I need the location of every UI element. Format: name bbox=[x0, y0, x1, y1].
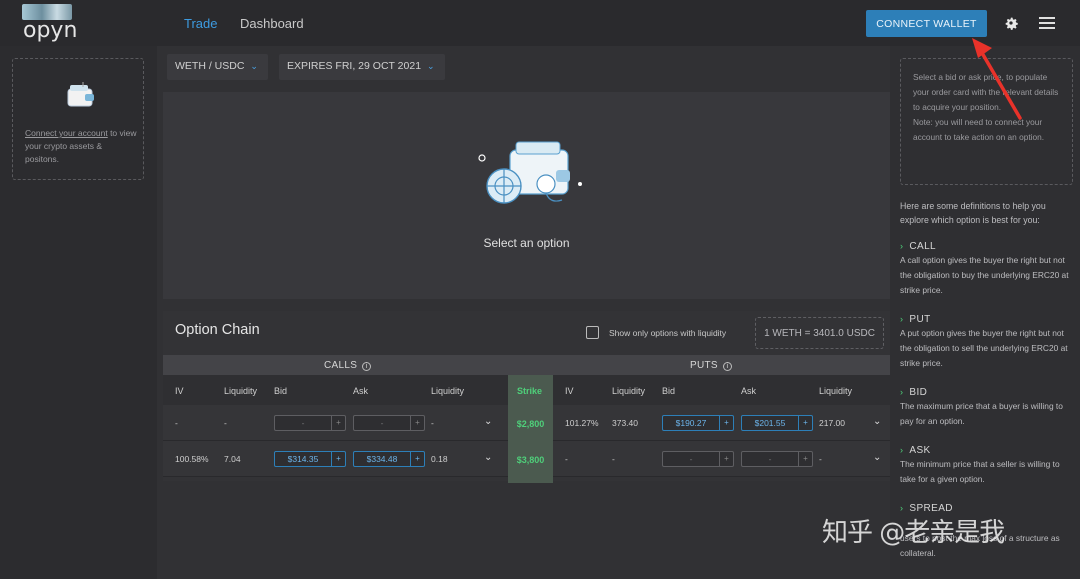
col-put-bid: Bid bbox=[662, 386, 676, 396]
logo[interactable]: opyn bbox=[22, 4, 77, 43]
put-liquidity-2: 217.00 bbox=[819, 418, 845, 428]
call-liquidity-2: 0.18 bbox=[431, 454, 448, 464]
exchange-rate: 1 WETH = 3401.0 USDC bbox=[755, 317, 884, 349]
account-panel: Connect your account to view your crypto… bbox=[0, 46, 157, 579]
put-iv: 101.27% bbox=[565, 418, 599, 428]
nav-trade[interactable]: Trade bbox=[184, 16, 217, 31]
option-card: Select an option bbox=[163, 92, 890, 299]
chevron-down-icon: ⌄ bbox=[250, 61, 258, 71]
definition-call: › CALL A call option gives the buyer the … bbox=[900, 241, 1069, 295]
chevron-down-icon[interactable]: ⌄ bbox=[873, 416, 881, 427]
call-iv: - bbox=[175, 418, 178, 428]
wallet-illustration-icon bbox=[478, 141, 582, 204]
chevron-right-icon: › bbox=[900, 241, 904, 251]
definition-bid: › BID The maximum price that a buyer is w… bbox=[900, 387, 1063, 426]
col-strike: Strike bbox=[517, 386, 543, 396]
chevron-down-icon[interactable]: ⌄ bbox=[873, 452, 881, 463]
col-put-iv: IV bbox=[565, 386, 574, 396]
connect-wallet-button[interactable]: CONNECT WALLET bbox=[866, 10, 987, 37]
col-put-ask: Ask bbox=[741, 386, 757, 396]
col-put-liquidity: Liquidity bbox=[612, 386, 646, 396]
col-iv: IV bbox=[175, 386, 184, 396]
col-put-liquidity: Liquidity bbox=[819, 386, 853, 396]
info-icon[interactable]: i bbox=[362, 362, 372, 371]
col-ask: Ask bbox=[353, 386, 369, 396]
wallet-icon bbox=[67, 82, 94, 107]
strike-value: $2,800 bbox=[516, 419, 545, 429]
gear-icon[interactable] bbox=[1002, 14, 1020, 32]
put-bid-input[interactable]: - + bbox=[662, 451, 734, 467]
chevron-down-icon[interactable]: ⌄ bbox=[484, 416, 492, 427]
info-icon[interactable]: i bbox=[722, 362, 732, 371]
trade-main: WETH / USDC ⌄ EXPIRES FRI, 29 OCT 2021 ⌄ S… bbox=[157, 46, 890, 579]
call-bid-input[interactable]: - + bbox=[274, 415, 346, 431]
call-liquidity: - bbox=[224, 418, 227, 428]
expiry-selector-label: EXPIRES FRI, 29 OCT 2021 bbox=[287, 60, 422, 72]
definition-put: › PUT A put option gives the buyer the ri… bbox=[900, 314, 1068, 368]
call-liquidity-2: - bbox=[431, 418, 434, 428]
plus-icon[interactable]: + bbox=[798, 452, 812, 466]
chain-group-header: CALLS i PUTS i bbox=[163, 355, 890, 375]
call-ask-input[interactable]: $334.48 + bbox=[353, 451, 425, 467]
col-liquidity: Liquidity bbox=[224, 386, 258, 396]
call-bid-input[interactable]: $314.35 + bbox=[274, 451, 346, 467]
liquidity-filter-label[interactable]: Show only options with liquidity bbox=[609, 328, 726, 338]
strike-value: $3,800 bbox=[516, 455, 545, 465]
plus-icon[interactable]: + bbox=[798, 416, 812, 430]
definitions-intro: Here are some definitions to help you ex… bbox=[900, 201, 1046, 225]
header: opyn Trade Dashboard CONNECT WALLET bbox=[0, 0, 1080, 46]
put-ask-input[interactable]: - + bbox=[741, 451, 813, 467]
pair-selector[interactable]: WETH / USDC ⌄ bbox=[167, 54, 268, 80]
connect-account-card: Connect your account to view your crypto… bbox=[12, 58, 144, 180]
expiry-selector[interactable]: EXPIRES FRI, 29 OCT 2021 ⌄ bbox=[279, 54, 445, 80]
chevron-right-icon: › bbox=[900, 445, 904, 455]
put-iv: - bbox=[565, 454, 568, 464]
call-liquidity: 7.04 bbox=[224, 454, 241, 464]
plus-icon[interactable]: + bbox=[331, 416, 345, 430]
liquidity-filter-checkbox[interactable] bbox=[586, 326, 599, 339]
pair-selector-label: WETH / USDC bbox=[175, 60, 245, 72]
put-ask-input[interactable]: $201.55 + bbox=[741, 415, 813, 431]
put-liquidity-2: - bbox=[819, 454, 822, 464]
plus-icon[interactable]: + bbox=[410, 452, 424, 466]
select-option-prompt: Select an option bbox=[483, 236, 570, 250]
col-liquidity: Liquidity bbox=[431, 386, 465, 396]
put-liquidity: 373.40 bbox=[612, 418, 638, 428]
chevron-right-icon: › bbox=[900, 387, 904, 397]
plus-icon[interactable]: + bbox=[331, 452, 345, 466]
logo-text: opyn bbox=[23, 18, 78, 43]
nav-dashboard[interactable]: Dashboard bbox=[240, 16, 304, 31]
put-bid-input[interactable]: $190.27 + bbox=[662, 415, 734, 431]
plus-icon[interactable]: + bbox=[719, 416, 733, 430]
puts-header: PUTS i bbox=[690, 360, 732, 371]
call-iv: 100.58% bbox=[175, 454, 209, 464]
call-ask-input[interactable]: - + bbox=[353, 415, 425, 431]
calls-header: CALLS i bbox=[324, 360, 372, 371]
watermark: 知乎 @老亲是我 bbox=[822, 518, 1005, 548]
option-chain-title: Option Chain bbox=[175, 322, 260, 338]
plus-icon[interactable]: + bbox=[410, 416, 424, 430]
connect-account-text: Connect your account to view your crypto… bbox=[25, 128, 137, 164]
option-chain: Option Chain Show only options with liqu… bbox=[163, 311, 890, 483]
plus-icon[interactable]: + bbox=[719, 452, 733, 466]
put-liquidity: - bbox=[612, 454, 615, 464]
definition-ask: › ASK The minimum price that a seller is … bbox=[900, 445, 1060, 484]
annotation-arrow-icon bbox=[972, 38, 1022, 120]
col-bid: Bid bbox=[274, 386, 288, 396]
chevron-down-icon: ⌄ bbox=[427, 61, 435, 71]
menu-icon[interactable] bbox=[1039, 17, 1055, 29]
chevron-right-icon: › bbox=[900, 314, 904, 324]
connect-account-link[interactable]: Connect your account bbox=[25, 128, 108, 138]
app: opyn Trade Dashboard CONNECT WALLET Conn… bbox=[0, 0, 1080, 579]
chevron-down-icon[interactable]: ⌄ bbox=[484, 452, 492, 463]
